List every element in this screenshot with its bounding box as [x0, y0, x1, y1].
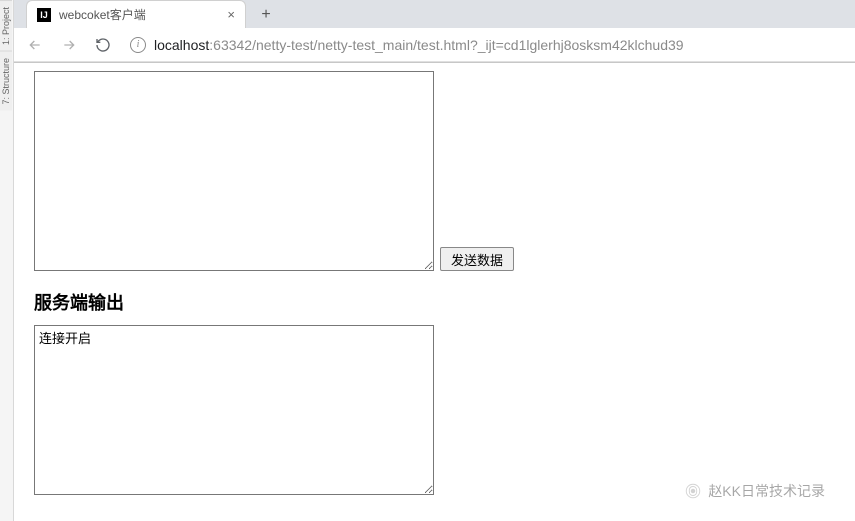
tab-title: webcoket客户端 [59, 6, 219, 23]
input-row: 发送数据 [34, 71, 847, 271]
site-info-icon[interactable]: i [130, 37, 146, 53]
ide-side-panel: 1: Project 7: Structure [0, 0, 14, 521]
browser-toolbar: i localhost:63342/netty-test/netty-test_… [14, 28, 855, 62]
address-bar[interactable]: i localhost:63342/netty-test/netty-test_… [126, 37, 845, 53]
watermark-icon [684, 482, 702, 500]
message-input[interactable] [34, 71, 434, 271]
favicon-icon: IJ [37, 8, 51, 22]
forward-button[interactable] [58, 34, 80, 56]
browser-tab[interactable]: IJ webcoket客户端 × [26, 0, 246, 28]
url-text: localhost:63342/netty-test/netty-test_ma… [154, 37, 684, 53]
new-tab-button[interactable]: + [252, 2, 280, 28]
page-content: 发送数据 服务端输出 [14, 63, 855, 508]
send-button[interactable]: 发送数据 [440, 247, 514, 271]
close-icon[interactable]: × [227, 7, 235, 22]
ide-side-tab-project[interactable]: 1: Project [0, 0, 12, 51]
url-path: :63342/netty-test/netty-test_main/test.h… [209, 37, 683, 53]
output-heading: 服务端输出 [34, 289, 847, 315]
ide-side-tab-structure[interactable]: 7: Structure [0, 51, 12, 111]
tab-bar: IJ webcoket客户端 × + [14, 0, 855, 28]
back-button[interactable] [24, 34, 46, 56]
watermark-text: 赵KK日常技术记录 [708, 481, 825, 501]
watermark: 赵KK日常技术记录 [684, 481, 825, 501]
reload-button[interactable] [92, 34, 114, 56]
browser-chrome: IJ webcoket客户端 × + i localhost:63342/net… [14, 0, 855, 63]
server-output[interactable] [34, 325, 434, 495]
url-host: localhost [154, 37, 209, 53]
